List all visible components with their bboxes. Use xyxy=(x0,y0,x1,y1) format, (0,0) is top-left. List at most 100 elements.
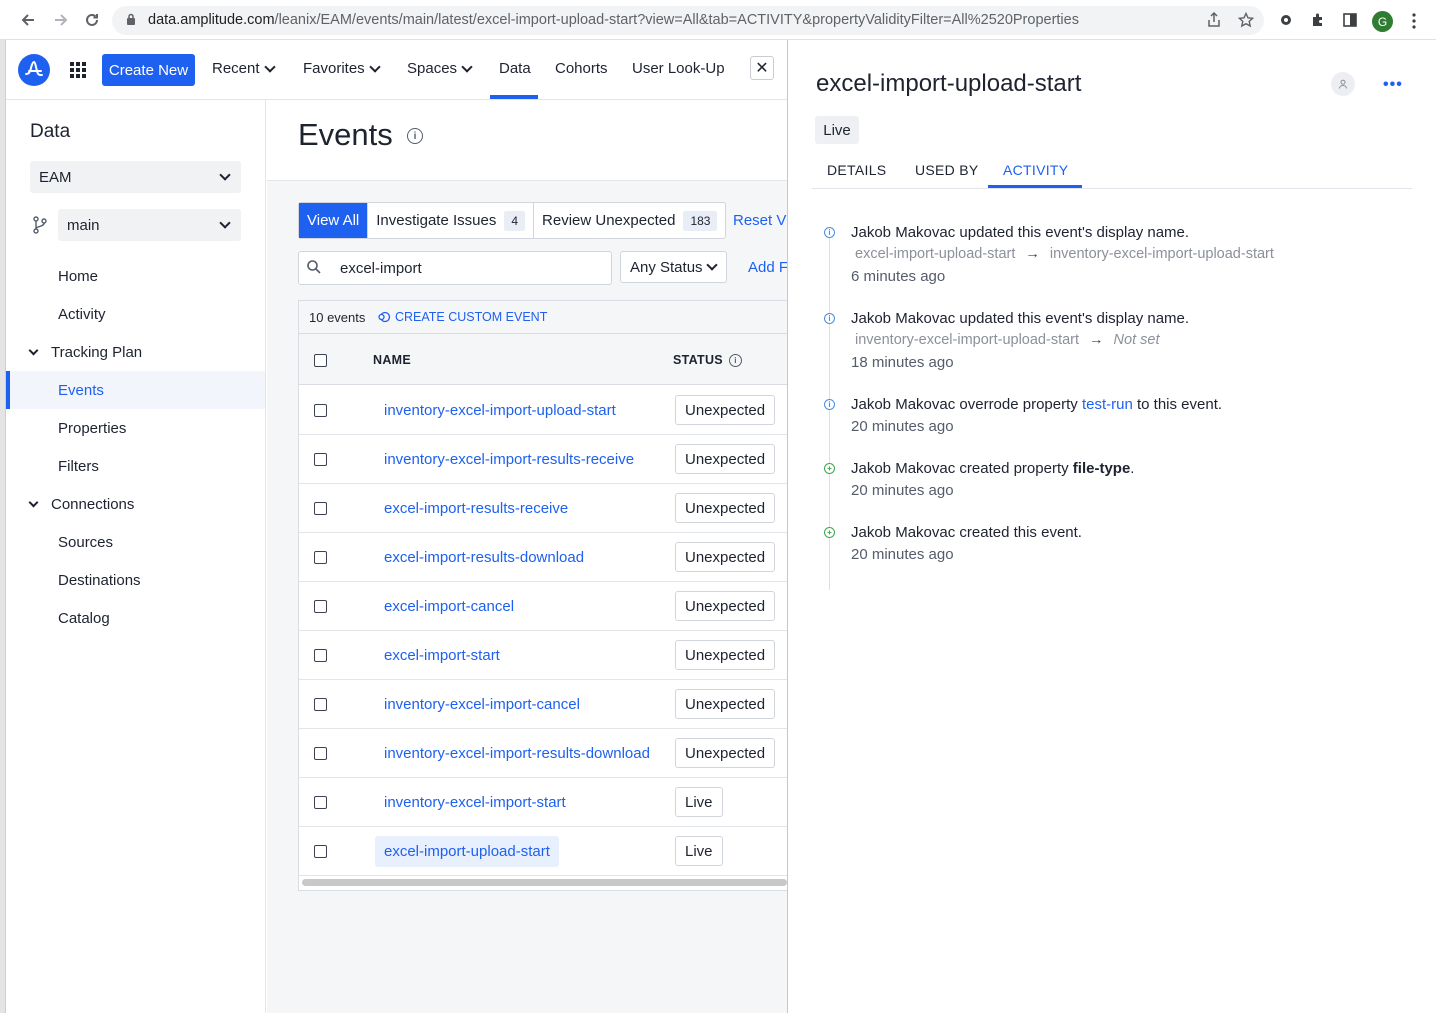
tab-label: Review Unexpected xyxy=(542,212,676,229)
tab-label: View All xyxy=(307,212,360,229)
status-badge: Unexpected xyxy=(675,493,776,523)
row-checkbox[interactable] xyxy=(314,551,327,564)
select-all-checkbox[interactable] xyxy=(314,354,327,367)
tab-view-all[interactable]: View All xyxy=(299,203,369,238)
reset-view-link[interactable]: Reset Vi xyxy=(733,212,789,229)
tab-details[interactable]: DETAILS xyxy=(827,162,886,178)
status-badge: Unexpected xyxy=(675,738,776,768)
amplitude-logo-icon[interactable] xyxy=(18,54,50,86)
nav-spaces[interactable]: Spaces xyxy=(407,60,473,77)
nav-recent-label: Recent xyxy=(212,60,260,77)
nav-recent[interactable]: Recent xyxy=(212,60,276,77)
search-icon xyxy=(306,259,322,278)
event-name-link[interactable]: excel-import-results-receive xyxy=(384,500,568,517)
activity-text: Jakob Makovac overrode property test-run… xyxy=(851,396,1222,413)
share-icon[interactable] xyxy=(1205,11,1223,29)
activity-user[interactable]: Jakob Makovac xyxy=(851,524,955,541)
chevron-down-icon xyxy=(28,345,39,356)
activity-user[interactable]: Jakob Makovac xyxy=(851,224,955,241)
project-select[interactable]: EAM xyxy=(30,161,241,193)
page-title: Events xyxy=(298,117,393,152)
row-checkbox[interactable] xyxy=(314,845,327,858)
panel-tabs xyxy=(812,152,1412,189)
puzzle-icon[interactable] xyxy=(1309,11,1327,29)
event-name-link[interactable]: inventory-excel-import-upload-start xyxy=(384,402,616,419)
horizontal-scrollbar[interactable] xyxy=(302,879,787,886)
nav-favorites[interactable]: Favorites xyxy=(303,60,381,77)
row-checkbox[interactable] xyxy=(314,600,327,613)
activity-timestamp: 20 minutes ago xyxy=(851,546,954,563)
activity-user[interactable]: Jakob Makovac xyxy=(851,310,955,327)
tab-used-by[interactable]: USED BY xyxy=(915,162,979,178)
status-filter-dropdown[interactable]: Any Status xyxy=(620,251,727,283)
row-checkbox[interactable] xyxy=(314,698,327,711)
event-name-link[interactable]: excel-import-upload-start xyxy=(375,836,559,867)
nav-cohorts[interactable]: Cohorts xyxy=(555,60,608,77)
row-checkbox[interactable] xyxy=(314,453,327,466)
info-icon[interactable]: i xyxy=(407,128,423,144)
sidebar-item-home[interactable]: Home xyxy=(58,268,98,285)
row-checkbox[interactable] xyxy=(314,502,327,515)
close-panel-button[interactable]: ✕ xyxy=(750,56,774,80)
browser-menu-icon[interactable] xyxy=(1411,13,1417,32)
activity-user[interactable]: Jakob Makovac xyxy=(851,396,955,413)
sidebar-item-destinations[interactable]: Destinations xyxy=(58,572,141,589)
apps-grid-icon[interactable] xyxy=(70,62,86,78)
sidebar-item-events[interactable]: Events xyxy=(58,382,104,399)
activity-timestamp: 20 minutes ago xyxy=(851,418,954,435)
event-name-link[interactable]: excel-import-start xyxy=(384,647,500,664)
status-badge: Unexpected xyxy=(675,542,776,572)
count-badge: 183 xyxy=(683,210,718,231)
tab-activity[interactable]: ACTIVITY xyxy=(1003,162,1068,178)
owner-avatar-icon[interactable] xyxy=(1331,72,1355,96)
column-header-name[interactable]: NAME xyxy=(373,353,411,367)
info-icon[interactable]: i xyxy=(728,353,742,367)
forward-icon[interactable] xyxy=(51,10,71,30)
row-checkbox[interactable] xyxy=(314,747,327,760)
plus-icon: + xyxy=(824,527,835,538)
event-name-link[interactable]: inventory-excel-import-results-download xyxy=(384,745,650,762)
star-icon[interactable] xyxy=(1237,11,1255,29)
tab-investigate-issues[interactable]: Investigate Issues 4 xyxy=(368,203,535,238)
profile-avatar[interactable]: G xyxy=(1372,11,1393,32)
sidebar-item-activity[interactable]: Activity xyxy=(58,306,106,323)
column-header-status[interactable]: STATUS i xyxy=(673,353,742,367)
reload-icon[interactable] xyxy=(82,10,102,30)
sidebar-item-properties[interactable]: Properties xyxy=(58,420,126,437)
sidebar-section-connections[interactable]: Connections xyxy=(28,496,134,513)
add-filter-link[interactable]: Add F xyxy=(748,259,788,276)
create-custom-event-button[interactable]: CREATE CUSTOM EVENT xyxy=(378,310,547,324)
old-name: inventory-excel-import-upload-start xyxy=(855,332,1080,348)
sidebar-item-filters[interactable]: Filters xyxy=(58,458,99,475)
event-name-link[interactable]: inventory-excel-import-cancel xyxy=(384,696,580,713)
tab-review-unexpected[interactable]: Review Unexpected 183 xyxy=(534,203,725,238)
nav-user-lookup[interactable]: User Look-Up xyxy=(632,60,725,77)
status-badge: Unexpected xyxy=(675,395,776,425)
old-name: excel-import-upload-start xyxy=(855,246,1016,262)
sidebar-item-sources[interactable]: Sources xyxy=(58,534,113,551)
branch-select[interactable]: main xyxy=(58,209,241,241)
back-icon[interactable] xyxy=(18,10,38,30)
create-new-button[interactable]: Create New xyxy=(102,54,195,86)
sidebar-item-catalog[interactable]: Catalog xyxy=(58,610,110,627)
activity-user[interactable]: Jakob Makovac xyxy=(851,460,955,477)
row-checkbox[interactable] xyxy=(314,404,327,417)
extension-gear-icon[interactable] xyxy=(1277,11,1295,29)
event-name-link[interactable]: inventory-excel-import-start xyxy=(384,794,566,811)
row-checkbox[interactable] xyxy=(314,649,327,662)
sidebar-section-tracking-plan[interactable]: Tracking Plan xyxy=(28,344,142,361)
row-checkbox[interactable] xyxy=(314,796,327,809)
property-link[interactable]: test-run xyxy=(1082,396,1133,413)
nav-cohorts-label: Cohorts xyxy=(555,60,608,77)
status-badge: Unexpected xyxy=(675,640,776,670)
sidepanel-icon[interactable] xyxy=(1341,11,1359,29)
more-options-icon[interactable]: ••• xyxy=(1383,76,1403,94)
lock-icon xyxy=(126,13,136,29)
arrow-right-icon: → xyxy=(1025,246,1040,262)
event-name-link[interactable]: excel-import-cancel xyxy=(384,598,514,615)
event-name-link[interactable]: inventory-excel-import-results-receive xyxy=(384,451,634,468)
activity-description: to this event. xyxy=(1132,396,1223,413)
nav-data[interactable]: Data xyxy=(499,60,531,77)
status-badge: Live xyxy=(675,787,723,817)
event-name-link[interactable]: excel-import-results-download xyxy=(384,549,584,566)
